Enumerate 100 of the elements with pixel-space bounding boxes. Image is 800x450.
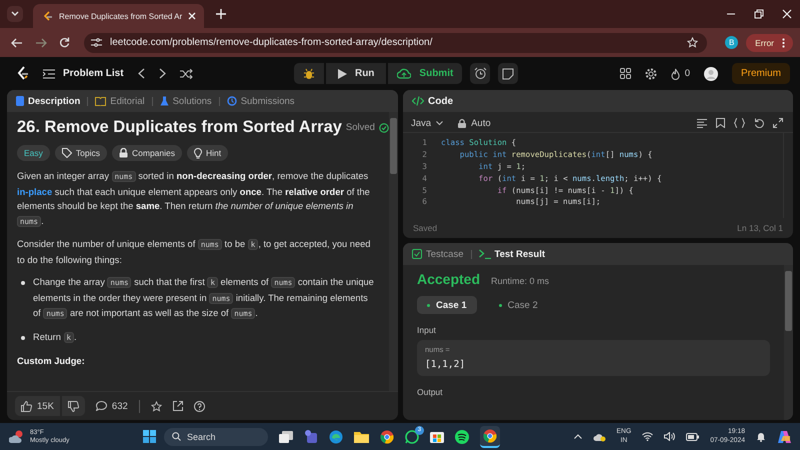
panel-tab[interactable]: Submissions — [226, 96, 295, 106]
panel-tab[interactable]: Test Result — [478, 248, 546, 260]
auto-mode-toggle[interactable]: Auto — [458, 118, 491, 128]
chrome-icon — [482, 428, 497, 442]
store-icon[interactable] — [430, 430, 444, 443]
music-app-icon[interactable] — [454, 430, 469, 444]
active-app-button[interactable] — [480, 426, 500, 448]
address-bar[interactable]: leetcode.com/problems/remove-duplicates-from-sorted-array/description/ — [84, 32, 708, 52]
case-tab[interactable]: Case 1 — [417, 296, 477, 314]
browser-tab[interactable]: Remove Duplicates from Sorted Ar — [33, 4, 204, 28]
flame-icon — [670, 68, 680, 80]
shuffle-icon[interactable] — [180, 68, 193, 78]
chevron-up-icon[interactable] — [574, 434, 582, 439]
lock-icon — [119, 148, 128, 158]
clock-icon — [226, 96, 237, 106]
premium-button[interactable]: Premium — [732, 63, 790, 84]
like-button[interactable]: 15K — [15, 396, 60, 416]
flask-icon — [160, 96, 169, 106]
play-icon — [338, 68, 347, 78]
next-icon[interactable] — [158, 68, 166, 79]
terminal-icon — [478, 249, 490, 259]
code-icon — [412, 96, 424, 106]
battery-icon[interactable] — [686, 432, 700, 440]
comment-icon — [96, 401, 107, 411]
cursor-position: Ln 13, Col 1 — [737, 223, 783, 233]
chat-app-icon[interactable] — [404, 430, 419, 444]
input-value: [1,1,2] — [425, 359, 466, 370]
notes-button[interactable] — [498, 63, 518, 84]
bookmark-star-icon[interactable] — [687, 37, 698, 48]
panel-tab[interactable]: Description — [16, 96, 80, 106]
scrollbar[interactable] — [389, 112, 398, 391]
section-heading: Custom Judge: — [17, 355, 86, 368]
cloud-icon — [9, 430, 25, 444]
braces-icon[interactable] — [734, 118, 745, 128]
debug-button[interactable] — [294, 63, 324, 84]
error-button[interactable]: Error — [746, 34, 793, 52]
checkbox-icon — [412, 249, 422, 259]
streak-counter[interactable]: 0 — [670, 68, 690, 80]
run-button[interactable]: Run — [326, 63, 386, 84]
reload-icon[interactable] — [59, 37, 70, 48]
solved-status: Solved — [346, 122, 375, 133]
runtime-text: Runtime: 0 ms — [491, 276, 550, 286]
leetcode-logo-icon[interactable] — [16, 66, 29, 81]
tag-chip[interactable]: Topics — [54, 145, 107, 161]
verdict-text: Accepted — [417, 271, 480, 287]
panel-title: Code — [428, 96, 453, 106]
panel-tab[interactable]: Solutions — [160, 96, 212, 106]
site-settings-icon[interactable] — [91, 38, 102, 47]
back-icon[interactable] — [11, 38, 23, 48]
user-avatar-icon[interactable] — [704, 66, 718, 80]
document-icon — [16, 96, 24, 106]
input-label: Input — [417, 325, 437, 335]
share-icon[interactable] — [172, 401, 183, 411]
reset-icon[interactable] — [754, 118, 764, 128]
star-icon[interactable] — [150, 400, 162, 412]
close-icon[interactable] — [188, 12, 196, 20]
lightbulb-icon — [194, 148, 202, 158]
problem-title: 26. Remove Duplicates from Sorted Array — [17, 118, 342, 137]
format-icon[interactable] — [697, 118, 707, 128]
chrome-icon[interactable] — [380, 430, 394, 444]
wifi-icon[interactable] — [642, 432, 654, 441]
browser-icon[interactable] — [328, 430, 343, 444]
previous-icon[interactable] — [138, 68, 145, 79]
expand-icon[interactable] — [773, 118, 783, 128]
language-dropdown[interactable]: Java — [411, 118, 444, 128]
more-icon[interactable] — [782, 38, 785, 48]
problem-list-link[interactable]: Problem List — [43, 68, 124, 79]
notification-bell-icon[interactable] — [756, 431, 766, 442]
cloud-sync-icon[interactable] — [592, 432, 606, 442]
timer-button[interactable] — [470, 63, 490, 84]
new-tab-icon[interactable] — [216, 9, 226, 19]
bookmark-icon[interactable] — [716, 118, 725, 128]
layout-icon[interactable] — [620, 68, 631, 79]
submit-button[interactable]: Submit — [388, 63, 462, 84]
taskbar-search[interactable]: Search — [164, 428, 268, 446]
save-status: Saved — [413, 223, 438, 233]
close-window-icon[interactable] — [782, 9, 792, 19]
people-app-icon[interactable] — [304, 430, 318, 443]
book-icon — [95, 96, 106, 106]
forward-icon[interactable] — [35, 38, 47, 48]
folder-icon[interactable] — [354, 430, 369, 442]
start-icon[interactable] — [142, 430, 156, 443]
settings-icon[interactable] — [644, 68, 657, 80]
tab-list-button[interactable] — [7, 6, 23, 22]
panel-tab[interactable]: Editorial — [95, 96, 145, 106]
in-place-link[interactable]: in-place — [17, 186, 52, 196]
tab-title: Remove Duplicates from Sorted Ar — [59, 12, 182, 20]
help-icon[interactable] — [194, 400, 205, 412]
chevron-down-icon — [11, 11, 19, 17]
restore-icon[interactable] — [754, 9, 764, 19]
dislike-button[interactable] — [62, 396, 85, 416]
panel-tab[interactable]: Testcase — [412, 248, 464, 260]
volume-icon[interactable] — [664, 432, 676, 441]
comments-button[interactable]: 632 — [96, 400, 128, 412]
case-tab[interactable]: Case 2 — [488, 296, 548, 314]
scrollbar[interactable] — [784, 265, 793, 420]
tag-chip[interactable]: Companies — [112, 145, 182, 161]
tag-chip[interactable]: Hint — [187, 145, 228, 161]
bug-icon — [302, 68, 315, 80]
task-view-icon[interactable] — [278, 430, 293, 442]
